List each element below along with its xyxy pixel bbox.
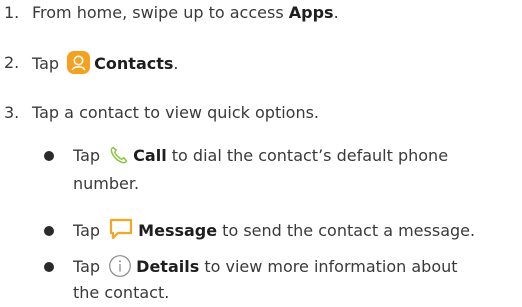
step-number: 1.: [4, 3, 20, 22]
step-text-after: .: [173, 54, 179, 73]
bullet-text-after: to view more information about: [199, 257, 458, 276]
bullet-text-line2: number.: [73, 174, 140, 193]
bullet-text-after: to dial the contact’s default phone: [166, 146, 449, 165]
bullet-dot: [44, 262, 54, 272]
bullet-text-before: Tap: [73, 257, 106, 276]
contacts-app-icon: [67, 51, 91, 74]
bullet-text: Tap Call to dial the contact’s default p…: [73, 142, 448, 170]
step-number: 3.: [4, 103, 20, 122]
details-label: Details: [136, 257, 200, 276]
bullet-text-before: Tap: [73, 221, 106, 240]
apps-label: Apps: [288, 3, 334, 22]
contacts-label: Contacts: [94, 54, 174, 73]
phone-icon: [108, 144, 130, 166]
bullet-text: Tap Details to view more information abo…: [73, 253, 458, 281]
bullet-dot: [44, 226, 54, 236]
bullet-text: Tap Message to send the contact a messag…: [73, 217, 475, 245]
step-number: 2.: [4, 53, 20, 72]
step-text-before: Tap: [32, 54, 65, 73]
bullet-text-before: Tap: [73, 146, 106, 165]
bullet-text-after: to send the contact a message.: [217, 221, 476, 240]
call-label: Call: [133, 146, 167, 165]
step-text-before: From home, swipe up to access: [32, 3, 289, 22]
step-text: Tap a contact to view quick options.: [32, 103, 320, 122]
bullet-dot: [44, 151, 54, 161]
message-label: Message: [138, 221, 218, 240]
step-text: Tap Contacts.: [32, 51, 179, 76]
step-text: From home, swipe up to access Apps.: [32, 3, 339, 23]
step-text-after: .: [333, 3, 339, 22]
info-icon: [108, 254, 132, 278]
message-icon: [108, 216, 134, 242]
